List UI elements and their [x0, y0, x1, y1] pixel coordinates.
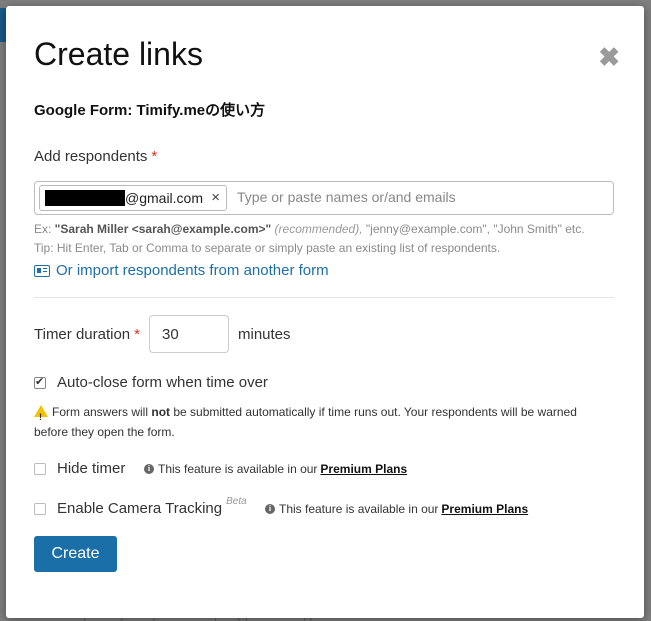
- id-card-icon: [34, 264, 50, 277]
- premium-plans-link[interactable]: Premium Plans: [441, 502, 528, 516]
- respondents-input[interactable]: [235, 188, 609, 206]
- hide-timer-info-text: This feature is available in our: [158, 462, 318, 476]
- divider: [34, 297, 614, 298]
- close-icon[interactable]: ✖: [598, 44, 620, 70]
- warning-icon: !: [34, 405, 48, 422]
- warning-bold: not: [151, 405, 171, 419]
- camera-tracking-checkbox[interactable]: [34, 502, 46, 515]
- auto-close-warning: ! Form answers will not be submitted auto…: [34, 402, 614, 442]
- example-recommended: (recommended),: [274, 222, 363, 236]
- hide-timer-premium-note: i This feature is available in our Premi…: [144, 462, 407, 476]
- required-mark: *: [134, 326, 140, 343]
- info-icon: i: [265, 504, 275, 514]
- email-chip: @gmail.com ×: [39, 185, 227, 211]
- auto-close-label: Auto-close form when time over: [57, 374, 268, 391]
- auto-close-checkbox[interactable]: [34, 375, 46, 389]
- respondents-label-text: Add respondents: [34, 148, 148, 165]
- timer-unit: minutes: [238, 326, 291, 343]
- create-button[interactable]: Create: [34, 536, 117, 572]
- import-link-text: Or import respondents from another form: [56, 262, 329, 279]
- respondents-tip: Tip: Hit Enter, Tab or Comma to separate…: [34, 241, 501, 255]
- camera-tracking-label: Enable Camera Tracking: [57, 500, 223, 517]
- premium-plans-link[interactable]: Premium Plans: [320, 462, 407, 476]
- camera-info-text: This feature is available in our: [279, 502, 439, 516]
- beta-badge: Beta: [226, 496, 247, 507]
- respondents-example: Ex: "Sarah Miller <sarah@example.com>" (…: [34, 222, 585, 236]
- example-rest: "jenny@example.com", "John Smith" etc.: [362, 222, 585, 236]
- hide-timer-label: Hide timer: [57, 460, 126, 477]
- hide-timer-row[interactable]: Hide timer: [34, 460, 125, 477]
- example-prefix: Ex:: [34, 222, 55, 236]
- info-icon: i: [144, 464, 154, 474]
- camera-premium-note: i This feature is available in our Premi…: [265, 502, 528, 516]
- timer-duration-input[interactable]: [149, 315, 229, 353]
- auto-close-row[interactable]: Auto-close form when time over: [34, 374, 268, 391]
- required-mark: *: [151, 148, 158, 165]
- camera-tracking-row[interactable]: Enable Camera Tracking Beta: [34, 496, 247, 517]
- warning-pre: Form answers will: [52, 405, 152, 419]
- chip-email-text: @gmail.com: [125, 190, 204, 206]
- create-links-modal: Create links ✖ Google Form: Timify.meの使い…: [6, 6, 644, 618]
- form-name: Google Form: Timify.meの使い方: [34, 102, 266, 119]
- respondents-label: Add respondents *: [34, 148, 157, 165]
- timer-label-text: Timer duration: [34, 326, 131, 343]
- modal-title: Create links: [34, 36, 203, 72]
- hide-timer-checkbox[interactable]: [34, 462, 46, 475]
- redacted-name: [45, 190, 125, 206]
- respondents-input-box[interactable]: @gmail.com ×: [34, 181, 614, 215]
- chip-remove-icon[interactable]: ×: [211, 189, 220, 206]
- import-respondents-link[interactable]: Or import respondents from another form: [34, 262, 329, 279]
- timer-label: Timer duration *: [34, 326, 140, 343]
- example-bold: "Sarah Miller <sarah@example.com>": [54, 222, 272, 236]
